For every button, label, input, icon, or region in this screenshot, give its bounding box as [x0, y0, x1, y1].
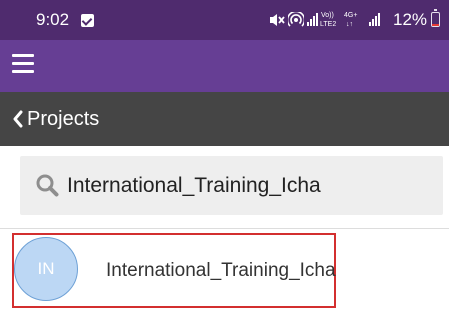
app-bar — [0, 40, 449, 92]
back-label: Projects — [27, 107, 100, 130]
data-label-top: 4G+ — [344, 12, 358, 19]
battery-level-fill — [432, 24, 439, 26]
search-input[interactable] — [67, 156, 437, 215]
status-time: 9:02 — [36, 10, 70, 29]
network-label-top: Vo)) — [321, 12, 334, 19]
status-bar: 9:02 Vo)) LTE2 4G+ ↓↑ 12% — [0, 0, 449, 40]
hotspot-icon — [288, 12, 304, 27]
mute-icon — [270, 14, 285, 26]
project-name: International_Training_Icha — [106, 260, 336, 281]
search-box[interactable] — [20, 156, 443, 215]
project-list-item[interactable]: IN International_Training_Icha — [12, 233, 336, 308]
hamburger-menu-icon[interactable] — [12, 54, 38, 76]
network-label-bottom: LTE2 — [320, 21, 337, 28]
signal-icon — [369, 12, 380, 26]
project-avatar: IN — [14, 237, 78, 301]
chevron-left-icon — [13, 110, 23, 128]
back-to-projects-link[interactable]: Projects — [12, 106, 99, 132]
divider — [0, 228, 449, 229]
message-icon — [81, 14, 94, 27]
battery-icon — [431, 9, 440, 27]
search-icon — [36, 174, 59, 197]
signal-icon — [307, 12, 318, 26]
subheader-bar: Projects — [0, 92, 449, 146]
data-label-bottom: ↓↑ — [346, 21, 353, 28]
battery-percent: 12% — [393, 10, 428, 29]
